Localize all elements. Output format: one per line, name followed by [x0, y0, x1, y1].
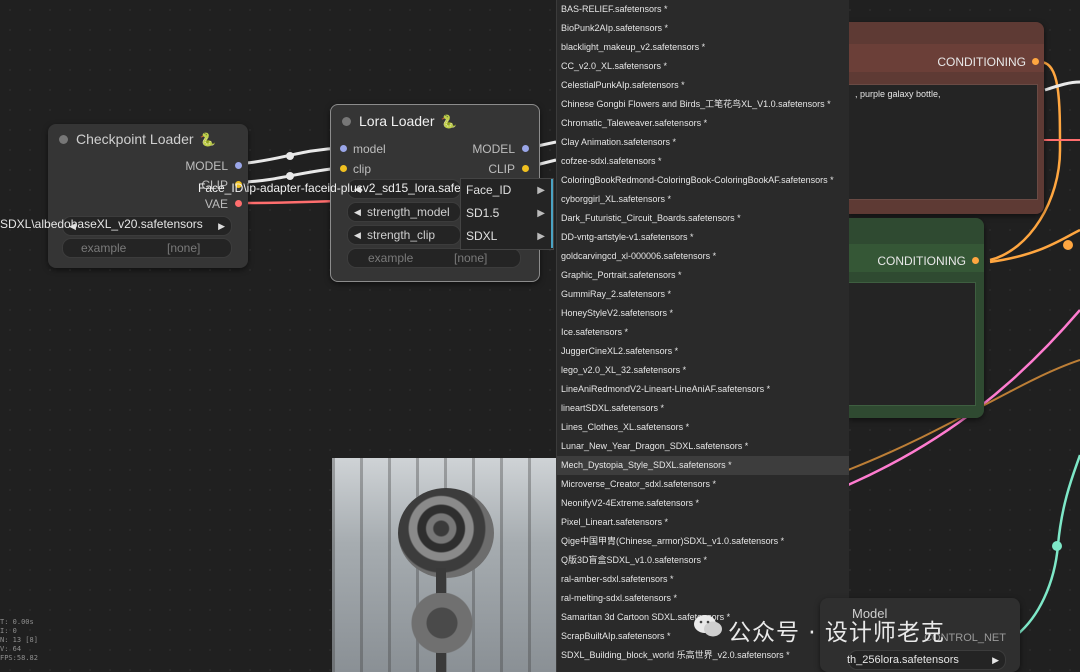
- lora-folder-submenu[interactable]: Face_ID ▶ SD1.5 ▶ SDXL ▶: [460, 178, 554, 250]
- lora-loader-header[interactable]: Lora Loader 🐍: [331, 105, 539, 137]
- dropdown-item[interactable]: cyborggirl_XL.safetensors *: [557, 190, 849, 209]
- chevron-right-icon: ▶: [537, 185, 545, 196]
- example-value: [none]: [167, 241, 201, 255]
- output-vae-label: VAE: [204, 197, 228, 211]
- output-clip-dot[interactable]: [522, 165, 529, 172]
- chevron-right-icon: ▶: [537, 231, 545, 242]
- dropdown-item[interactable]: SDXL_Building_block_world 乐高世界_v2.0.safe…: [557, 646, 849, 665]
- dropdown-item[interactable]: Pixel_Lineart.safetensors *: [557, 513, 849, 532]
- dropdown-item[interactable]: ral-amber-sdxl.safetensors *: [557, 570, 849, 589]
- example-field[interactable]: example [none]: [62, 238, 232, 258]
- input-model-label: model: [353, 142, 386, 156]
- dropdown-item[interactable]: Dark_Futuristic_Circuit_Boards.safetenso…: [557, 209, 849, 228]
- dropdown-item[interactable]: Graphic_Portrait.safetensors *: [557, 266, 849, 285]
- lora-dropdown-menu[interactable]: BAS-RELIEF.safetensors * BioPunk2AIp.safe…: [556, 0, 849, 672]
- chevron-right-icon: ▶: [537, 208, 545, 219]
- conditioning-output-dot[interactable]: [1032, 58, 1039, 65]
- dropdown-item[interactable]: blacklight_makeup_v2.safetensors *: [557, 38, 849, 57]
- lora-value-combo[interactable]: th_256lora.safetensors ▶: [847, 650, 1006, 670]
- arrow-right-icon: ▶: [218, 221, 225, 231]
- watermark-text: 公众号 · 设计师老克: [728, 620, 945, 646]
- dropdown-item[interactable]: lineartSDXL.safetensors *: [557, 399, 849, 418]
- output-clip-label: CLIP: [488, 162, 515, 176]
- dropdown-item[interactable]: HoneyStyleV2.safetensors *: [557, 304, 849, 323]
- lora-name-value: Face_ID\ip-adapter-faceid-plusv2_sd15_lo…: [198, 181, 460, 195]
- lora-value: th_256lora.safetensors: [847, 654, 959, 666]
- input-clip-label: clip: [353, 162, 372, 176]
- strength-model-label: strength_model: [367, 205, 450, 219]
- conditioning-node-mid[interactable]: CONDITIONING: [848, 218, 984, 418]
- vae-wire: [245, 199, 341, 205]
- dropdown-item[interactable]: Clay Animation.safetensors *: [557, 133, 849, 152]
- strength-clip-widget[interactable]: ◀ strength_clip: [347, 225, 461, 245]
- preview-image: [332, 458, 556, 672]
- dropdown-item[interactable]: DD-vntg-artstyle-v1.safetensors *: [557, 228, 849, 247]
- dropdown-item[interactable]: ColoringBookRedmond-ColoringBook-Colorin…: [557, 171, 849, 190]
- submenu-item-face-id[interactable]: Face_ID ▶: [461, 179, 553, 202]
- input-clip-dot[interactable]: [340, 165, 347, 172]
- dropdown-item[interactable]: GummiRay_2.safetensors *: [557, 285, 849, 304]
- dropdown-item[interactable]: CelestialPunkAIp.safetensors *: [557, 76, 849, 95]
- strength-model-widget[interactable]: ◀ strength_model: [347, 202, 461, 222]
- checkpoint-loader-title: Checkpoint Loader: [76, 131, 194, 147]
- render-stats: T: 0.00s I: 0 N: 13 [8] V: 64 FPS:58.82: [0, 618, 38, 662]
- prompt-text[interactable]: , purple galaxy bottle,: [855, 89, 941, 99]
- dropdown-item[interactable]: Lunar_New_Year_Dragon_SDXL.safetensors *: [557, 437, 849, 456]
- python-icon: 🐍: [199, 133, 216, 148]
- dropdown-item[interactable]: Chinese Gongbi Flowers and Birds_工笔花鸟XL_…: [557, 95, 849, 114]
- dropdown-item[interactable]: Q版3D盲盒SDXL_v1.0.safetensors *: [557, 551, 849, 570]
- green-wire: [1009, 454, 1080, 642]
- strength-clip-label: strength_clip: [367, 228, 436, 242]
- collapse-dot[interactable]: [342, 117, 351, 126]
- conditioning-output-label: CONDITIONING: [877, 254, 966, 268]
- example-label: example: [368, 251, 414, 265]
- dropdown-item[interactable]: Ice.safetensors *: [557, 323, 849, 342]
- dropdown-item[interactable]: Microverse_Creator_sdxl.safetensors *: [557, 475, 849, 494]
- example-value: [none]: [454, 251, 488, 265]
- dropdown-item[interactable]: Mech_Dystopia_Style_SDXL.safetensors *: [557, 456, 849, 475]
- dropdown-item[interactable]: ral-melting-sdxl.safetensors *: [557, 589, 849, 608]
- input-model-dot[interactable]: [340, 145, 347, 152]
- arrow-left-icon: ◀: [354, 207, 361, 217]
- dropdown-item[interactable]: lego_v2.0_XL_32.safetensors *: [557, 361, 849, 380]
- lora-loader-title: Lora Loader: [359, 113, 435, 129]
- output-model-label: MODEL: [472, 142, 515, 156]
- submenu-item-sdxl[interactable]: SDXL ▶: [461, 225, 553, 248]
- example-label: example: [81, 241, 127, 255]
- dropdown-item[interactable]: JuggerCineXL2.safetensors *: [557, 342, 849, 361]
- dropdown-item[interactable]: NeonifyV2-4Extreme.safetensors *: [557, 494, 849, 513]
- dropdown-item[interactable]: Chromatic_Taleweaver.safetensors *: [557, 114, 849, 133]
- checkpoint-loader-node[interactable]: Checkpoint Loader 🐍 MODEL CLIP VAE ◀ ▶ ex…: [48, 124, 248, 268]
- dropdown-item[interactable]: BioPunk2AIp.safetensors *: [557, 19, 849, 38]
- output-model-label: MODEL: [185, 159, 228, 173]
- checkpoint-loader-header[interactable]: Checkpoint Loader 🐍: [48, 124, 248, 154]
- dropdown-item[interactable]: goldcarvingcd_xl-000006.safetensors *: [557, 247, 849, 266]
- output-model-dot[interactable]: [522, 145, 529, 152]
- ckpt-name-value: SDXL\albedobaseXL_v20.safetensors: [0, 217, 203, 231]
- arrow-right-icon: ▶: [992, 655, 999, 665]
- conditioning-node-top[interactable]: CONDITIONING , purple galaxy bottle,: [848, 22, 1044, 214]
- collapse-dot[interactable]: [59, 135, 68, 144]
- dropdown-item[interactable]: BAS-RELIEF.safetensors *: [557, 0, 849, 19]
- wechat-icon: [693, 613, 723, 639]
- dropdown-item[interactable]: cofzee-sdxl.safetensors *: [557, 152, 849, 171]
- arrow-left-icon: ◀: [354, 230, 361, 240]
- output-model-dot[interactable]: [235, 162, 242, 169]
- dropdown-item[interactable]: CC_v2.0_XL.safetensors *: [557, 57, 849, 76]
- conditioning-output-dot[interactable]: [972, 257, 979, 264]
- conditioning-output-label: CONDITIONING: [937, 55, 1026, 69]
- python-icon: 🐍: [440, 115, 457, 130]
- example-field[interactable]: example [none]: [347, 248, 521, 268]
- dropdown-item[interactable]: LineAniRedmondV2-Lineart-LineAniAF.safet…: [557, 380, 849, 399]
- dropdown-item[interactable]: Lines_Clothes_XL.safetensors *: [557, 418, 849, 437]
- submenu-item-sd15[interactable]: SD1.5 ▶: [461, 202, 553, 225]
- dropdown-item[interactable]: Qige中国甲胄(Chinese_armor)SDXL_v1.0.safeten…: [557, 532, 849, 551]
- output-vae-dot[interactable]: [235, 200, 242, 207]
